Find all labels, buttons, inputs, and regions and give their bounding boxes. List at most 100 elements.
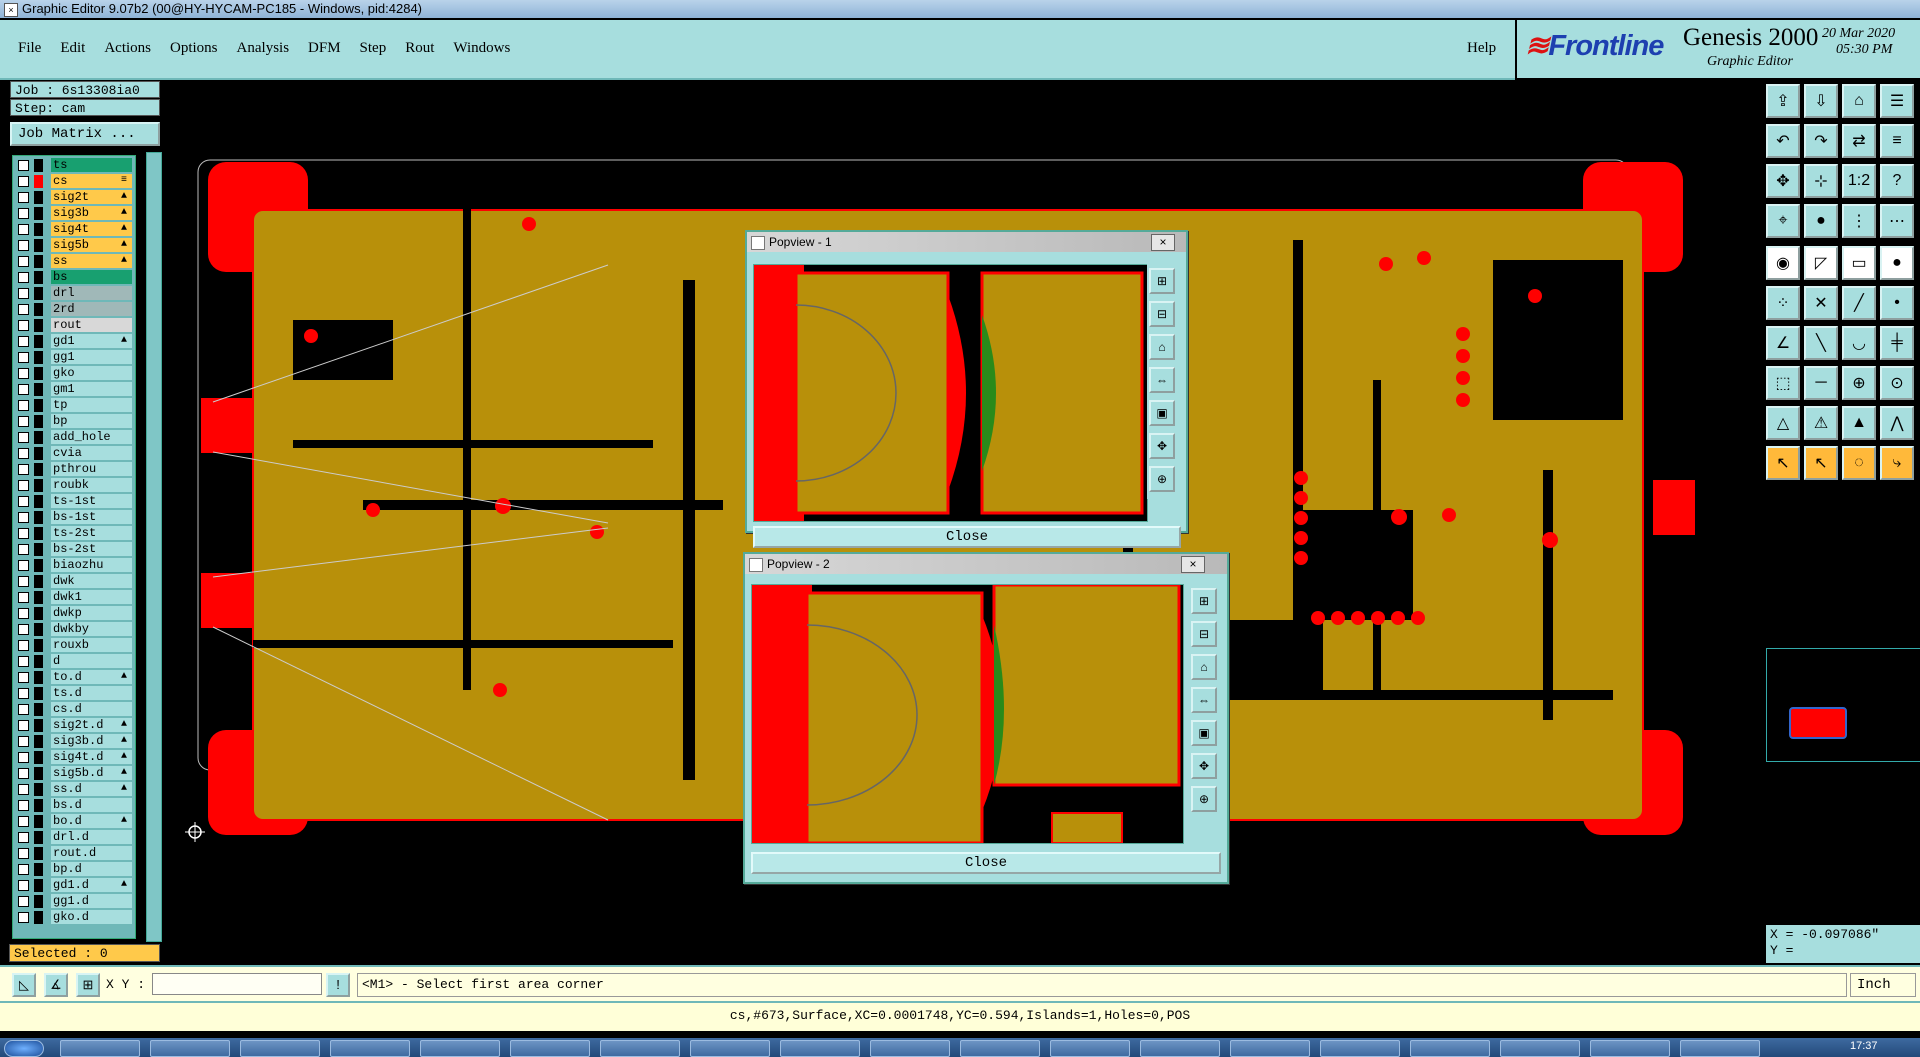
xy-input[interactable]: [152, 973, 322, 995]
connect-icon[interactable]: ⁘: [1766, 286, 1800, 320]
draw-line-icon[interactable]: ∠: [1766, 326, 1800, 360]
alert-icon[interactable]: !: [326, 973, 350, 997]
layer-list-scrollbar[interactable]: [146, 152, 162, 942]
lasso-icon[interactable]: ◌: [1842, 446, 1876, 480]
layer-row[interactable]: ts: [13, 158, 135, 173]
layer-name[interactable]: biaozhu: [51, 558, 132, 572]
taskbar-item[interactable]: [1590, 1040, 1670, 1057]
layer-checkbox[interactable]: [18, 496, 29, 507]
layer-name[interactable]: add_hole: [51, 430, 132, 444]
overview-map[interactable]: [1766, 648, 1920, 762]
layer-checkbox[interactable]: [18, 592, 29, 603]
layer-name[interactable]: gko.d: [51, 910, 132, 924]
layer-row[interactable]: d: [13, 654, 135, 669]
layer-name[interactable]: rouxb: [51, 638, 132, 652]
layer-checkbox[interactable]: [18, 816, 29, 827]
layer-name[interactable]: tp: [51, 398, 132, 412]
layer-checkbox[interactable]: [18, 880, 29, 891]
layer-row[interactable]: dwk: [13, 574, 135, 589]
snap-icon[interactable]: ◺: [12, 973, 36, 997]
layer-name[interactable]: bs: [51, 270, 132, 284]
layer-row[interactable]: to.d ▲: [13, 670, 135, 685]
help-icon[interactable]: ?: [1880, 164, 1914, 198]
menu-file[interactable]: File: [18, 40, 41, 57]
zoom-window-icon[interactable]: ▣: [1149, 400, 1175, 426]
layer-name[interactable]: gd1 ▲: [51, 334, 132, 348]
layer-checkbox[interactable]: [18, 640, 29, 651]
layer-row[interactable]: sig5b ▲: [13, 238, 135, 253]
taskbar-item[interactable]: [1230, 1040, 1310, 1057]
layer-checkbox[interactable]: [18, 688, 29, 699]
layer-row[interactable]: ts-1st: [13, 494, 135, 509]
layer-row[interactable]: gd1.d ▲: [13, 878, 135, 893]
taskbar-item[interactable]: [1410, 1040, 1490, 1057]
layer-name[interactable]: gd1.d ▲: [51, 878, 132, 892]
layer-name[interactable]: cs ≡: [51, 174, 132, 188]
taskbar-item[interactable]: [240, 1040, 320, 1057]
pan-icon[interactable]: ⇔: [1191, 687, 1217, 713]
scale-icon[interactable]: 1:2: [1842, 164, 1876, 198]
layer-row[interactable]: gko: [13, 366, 135, 381]
menu-dfm[interactable]: DFM: [308, 40, 341, 57]
layer-checkbox[interactable]: [18, 704, 29, 715]
trace-icon[interactable]: ─: [1804, 366, 1838, 400]
taskbar-item[interactable]: [330, 1040, 410, 1057]
layer-name[interactable]: gko: [51, 366, 132, 380]
layer-checkbox[interactable]: [18, 896, 29, 907]
layer-row[interactable]: rout: [13, 318, 135, 333]
layer-name[interactable]: dwkby: [51, 622, 132, 636]
layer-name[interactable]: cvia: [51, 446, 132, 460]
menu-step[interactable]: Step: [360, 40, 387, 57]
layer-checkbox[interactable]: [18, 464, 29, 475]
layer-checkbox[interactable]: [18, 800, 29, 811]
layer-row[interactable]: bs: [13, 270, 135, 285]
popview-2-view[interactable]: [751, 584, 1184, 844]
polygon-icon[interactable]: ▲: [1842, 406, 1876, 440]
menu-edit[interactable]: Edit: [60, 40, 85, 57]
layer-checkbox[interactable]: [18, 608, 29, 619]
layer-row[interactable]: bo.d ▲: [13, 814, 135, 829]
layer-row[interactable]: sig5b.d ▲: [13, 766, 135, 781]
layer-name[interactable]: dwk1: [51, 590, 132, 604]
layer-name[interactable]: cs.d: [51, 702, 132, 716]
list-icon[interactable]: ≡: [1880, 124, 1914, 158]
layer-name[interactable]: to.d ▲: [51, 670, 132, 684]
layer-checkbox[interactable]: [18, 656, 29, 667]
layer-name[interactable]: bs-1st: [51, 510, 132, 524]
layer-row[interactable]: gm1: [13, 382, 135, 397]
layer-checkbox[interactable]: [18, 368, 29, 379]
layer-name[interactable]: sig3b.d ▲: [51, 734, 132, 748]
taskbar-item[interactable]: [1140, 1040, 1220, 1057]
layer-checkbox[interactable]: [18, 832, 29, 843]
zoom-window-icon[interactable]: ▣: [1191, 720, 1217, 746]
layer-checkbox[interactable]: [18, 176, 29, 187]
circle-icon[interactable]: ●: [1880, 246, 1914, 280]
redo-icon[interactable]: ↷: [1804, 124, 1838, 158]
layer-checkbox[interactable]: [18, 864, 29, 875]
layer-name[interactable]: sig2t.d ▲: [51, 718, 132, 732]
layer-row[interactable]: tp: [13, 398, 135, 413]
layer-checkbox[interactable]: [18, 432, 29, 443]
save-icon[interactable]: ⇪: [1766, 84, 1800, 118]
expand-icon[interactable]: ✥: [1766, 164, 1800, 198]
taskbar-item[interactable]: [600, 1040, 680, 1057]
home-icon[interactable]: ⌂: [1842, 84, 1876, 118]
taskbar-item[interactable]: [1320, 1040, 1400, 1057]
layer-name[interactable]: gg1: [51, 350, 132, 364]
layer-row[interactable]: cs ≡: [13, 174, 135, 189]
layer-name[interactable]: sig3b ▲: [51, 206, 132, 220]
group-icon[interactable]: ⊙: [1880, 366, 1914, 400]
angle-icon[interactable]: ◸: [1804, 246, 1838, 280]
layer-row[interactable]: drl: [13, 286, 135, 301]
layer-row[interactable]: sig2t.d ▲: [13, 718, 135, 733]
layer-checkbox[interactable]: [18, 448, 29, 459]
layer-checkbox[interactable]: [18, 224, 29, 235]
layer-checkbox[interactable]: [18, 736, 29, 747]
pointer-select-icon[interactable]: ↖: [1804, 446, 1838, 480]
layer-row[interactable]: gg1: [13, 350, 135, 365]
layer-name[interactable]: ss ▲: [51, 254, 132, 268]
menu-options[interactable]: Options: [170, 40, 218, 57]
layer-row[interactable]: sig4t ▲: [13, 222, 135, 237]
layer-checkbox[interactable]: [18, 528, 29, 539]
zoom-out-icon[interactable]: ⊟: [1149, 301, 1175, 327]
